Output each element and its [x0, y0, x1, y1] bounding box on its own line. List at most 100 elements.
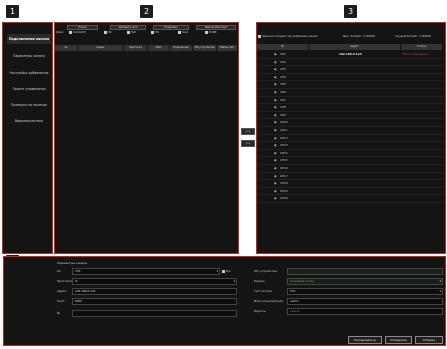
channel-row[interactable]: ▣ CH9 — [257, 112, 443, 120]
chevron-down-icon: ▾ — [439, 289, 441, 293]
channel-rows: ▣ CH1 192.168.0.123 Сбой соединения ▣ CH2 ▣ CH3… — [257, 51, 443, 251]
channel-label: Кл — [57, 269, 62, 273]
marker-1: 1 — [6, 5, 19, 18]
copy-to-button[interactable]: Копировать в — [348, 336, 382, 344]
sidebar-item-presence-check[interactable]: Проверка на наличие — [7, 100, 51, 110]
camera-icon: ▣ — [274, 74, 277, 79]
channel-column-no[interactable]: № — [257, 44, 309, 50]
sidebar-item-video-analytics[interactable]: Видеоаналитика — [7, 116, 51, 126]
camera-icon: ▣ — [274, 166, 277, 170]
channel-params-panel: Параметры канала Кл CH1 ▾ Все Протокол IA… — [3, 256, 446, 346]
username-label: Имя пользователя — [254, 299, 284, 303]
channel-row[interactable]: ▣ CH14 — [257, 150, 443, 158]
channel-row[interactable]: ▣ CH20 — [257, 195, 443, 203]
channel-name: CH20 — [280, 196, 288, 201]
camera-icon: ▣ — [274, 173, 277, 178]
cancel-button[interactable]: Отмена — [415, 336, 443, 344]
channel-name: CH13 — [280, 143, 288, 148]
channel-row[interactable]: ▣ CH1 192.168.0.123 Сбой соединения — [257, 51, 443, 59]
channel-name: CH16 — [280, 166, 288, 170]
sidebar-item-control-project[interactable]: Проект управления — [7, 84, 51, 94]
channel-list-panel: Назначить IP-адрес при добавлении канала… — [256, 22, 446, 254]
checkbox-icon — [222, 270, 225, 273]
protocol-select[interactable]: IA ▾ — [72, 278, 237, 285]
camera-icon: ▣ — [274, 97, 277, 102]
no-input[interactable] — [72, 310, 237, 317]
checkbox-icon — [205, 31, 208, 34]
stream-type-select[interactable]: TCP ▾ — [287, 288, 443, 295]
assign-ip-option[interactable]: Назначить IP-адрес при добавлении канала — [258, 34, 317, 39]
sidebar-panel: Подключение канала Параметры канала Наст… — [2, 22, 53, 254]
filter-hd[interactable]: HD — [151, 30, 159, 35]
channel-name: CH7 — [280, 97, 286, 102]
marker-2: 2 — [140, 5, 153, 18]
channel-row[interactable]: ▣ CH4 — [257, 74, 443, 82]
mode-select[interactable]: Основной поток ▾ — [287, 278, 443, 285]
channel-row[interactable]: ▣ CH2 — [257, 59, 443, 67]
channel-row[interactable]: ▣ CH17 — [257, 173, 443, 181]
address-input[interactable]: 192.168.0.123 — [72, 288, 237, 295]
column-address[interactable]: Адрес — [78, 45, 124, 51]
checkbox-icon — [104, 31, 107, 34]
channel-row[interactable]: ▣ CH7 — [257, 97, 443, 105]
channel-row[interactable]: ▣ CH8 — [257, 104, 443, 112]
filter-tenel[interactable]: Tenel — [178, 30, 188, 35]
channel-row[interactable]: ▣ CH13 — [257, 142, 443, 150]
camera-icon: ▣ — [274, 196, 277, 201]
port-input[interactable]: 8000 — [72, 298, 237, 305]
channel-name: CH2 — [280, 59, 286, 64]
dvr-channel-config-window: 1 2 3 4 Подключение канала Параметры кан… — [0, 0, 447, 349]
channel-row[interactable]: ▣ CH11 — [257, 127, 443, 135]
params-title: Параметры канала — [57, 261, 88, 265]
channel-row[interactable]: ▣ CH5 — [257, 81, 443, 89]
chevron-down-icon: ▾ — [439, 279, 441, 283]
remove-from-channel-button[interactable]: << — [241, 140, 255, 147]
column-connected[interactable]: Подключен — [170, 45, 193, 51]
channel-select[interactable]: CH1 ▾ — [72, 268, 220, 275]
all-channels-option[interactable]: Все — [222, 269, 230, 274]
chevron-down-icon: ▾ — [233, 279, 235, 283]
channel-row[interactable]: ▣ CH16 — [257, 165, 443, 173]
channel-row[interactable]: ▣ CH12 — [257, 135, 443, 143]
checkbox-icon — [69, 31, 72, 34]
channel-row[interactable]: ▣ CH3 — [257, 66, 443, 74]
filter-ia[interactable]: IA1/IA2/IAT — [69, 30, 86, 35]
sidebar-item-channel-connection[interactable]: Подключение канала — [7, 34, 51, 44]
filter-ipc[interactable]: IPC — [104, 30, 112, 35]
camera-icon: ▣ — [274, 90, 277, 94]
username-input[interactable]: admin — [287, 298, 443, 305]
camera-icon: ▣ — [274, 112, 277, 117]
camera-icon: ▣ — [274, 120, 277, 125]
marker-3: 3 — [344, 5, 357, 18]
checkbox-icon — [258, 35, 261, 38]
channel-name: CH9 — [280, 112, 286, 117]
channel-row[interactable]: ▣ CH18 — [257, 180, 443, 188]
column-status-info[interactable]: Status info — [217, 45, 238, 51]
channel-name: CH10 — [280, 120, 288, 125]
channel-name: CH6 — [280, 90, 286, 94]
password-input[interactable]: •••••• — [287, 308, 443, 315]
column-no[interactable]: № — [55, 45, 78, 51]
channel-column-address[interactable]: Адрес — [309, 44, 401, 50]
sidebar-item-channel-params[interactable]: Параметры канала — [7, 51, 51, 61]
channel-name: CH5 — [280, 82, 286, 87]
sidebar-item-add-settings[interactable]: Настройка добавления — [7, 68, 51, 78]
column-mac[interactable]: MAC — [148, 45, 170, 51]
camera-icon: ▣ — [274, 52, 277, 56]
camera-icon: ▣ — [274, 143, 277, 148]
camera-icon: ▣ — [274, 158, 277, 163]
channel-row[interactable]: ▣ CH15 — [257, 157, 443, 165]
channel-row[interactable]: ▣ CH6 — [257, 89, 443, 97]
column-device-info[interactable]: Об устройстве — [193, 45, 217, 51]
filter-label: Фильт — [56, 31, 64, 34]
device-search-panel: Поиск Добавить все Подробно Импорт/Экспо… — [54, 22, 239, 254]
column-protocol[interactable]: Протокол — [124, 45, 148, 51]
channel-row[interactable]: ▣ CH10 — [257, 119, 443, 127]
filter-nvr[interactable]: NVR — [127, 30, 136, 35]
channel-column-status[interactable]: Статус — [401, 44, 443, 50]
add-to-channel-button[interactable]: >> — [241, 128, 255, 135]
channel-row[interactable]: ▣ CH19 — [257, 188, 443, 196]
filter-elsbe[interactable]: ELSBE — [205, 30, 217, 35]
password-label: Пароль — [254, 309, 266, 313]
save-button[interactable]: Сохранить — [385, 336, 412, 344]
